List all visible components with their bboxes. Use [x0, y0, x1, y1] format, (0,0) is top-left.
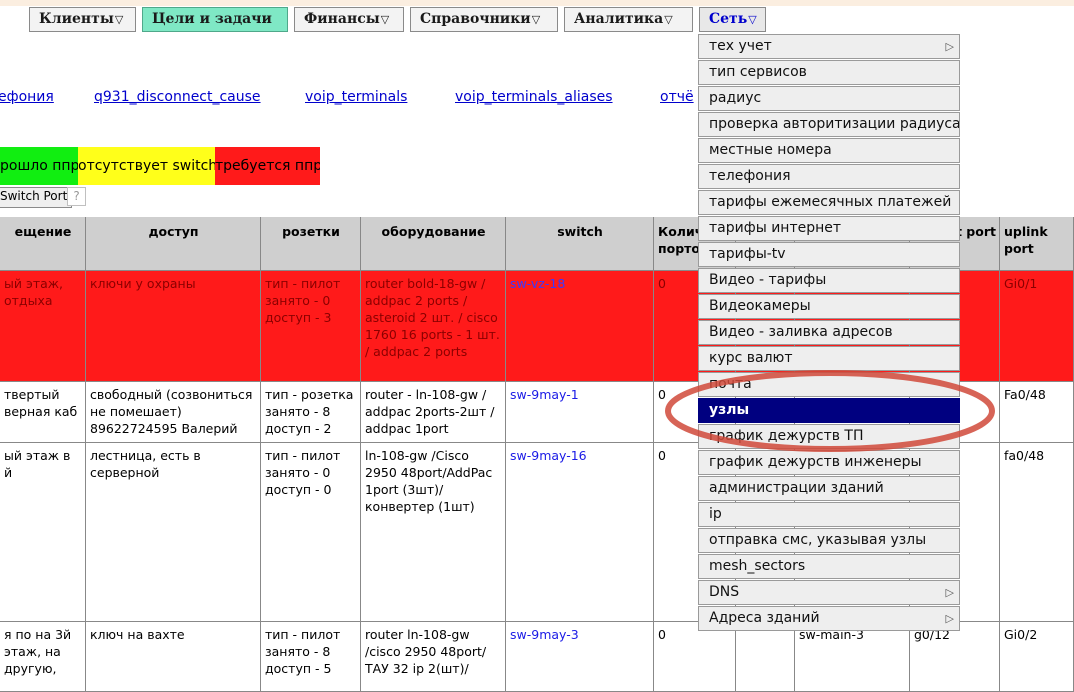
- dropdown-item-label: местные номера: [709, 142, 832, 158]
- switch-link[interactable]: sw-9may-1: [510, 387, 579, 402]
- dropdown-item-label: график дежурств инженеры: [709, 454, 922, 470]
- dropdown-item-label: радиус: [709, 90, 762, 106]
- dropdown-item[interactable]: тарифы интернет: [698, 216, 960, 241]
- table-cell: тип - пилот занято - 0 доступ - 0: [261, 443, 361, 622]
- dropdown-item-label: почта: [709, 376, 752, 392]
- table-cell-switch: sw-9may-3: [506, 622, 654, 692]
- table-cell: g0/12: [910, 622, 1000, 692]
- dropdown-item-label: тарифы-tv: [709, 246, 786, 262]
- header-uplink-port: uplink port: [1000, 217, 1074, 271]
- dropdown-item[interactable]: отправка смс, указывая узлы: [698, 528, 960, 553]
- dropdown-item[interactable]: узлы: [698, 398, 960, 423]
- table-cell: ln-108-gw /Cisco 2950 48port/AddPac 1por…: [361, 443, 506, 622]
- dropdown-item[interactable]: Видео - заливка адресов: [698, 320, 960, 345]
- dropdown-item-label: Видео - заливка адресов: [709, 324, 893, 340]
- switch-link[interactable]: sw-9may-16: [510, 448, 587, 463]
- dropdown-item[interactable]: местные номера: [698, 138, 960, 163]
- table-cell: ключ на вахте: [86, 622, 261, 692]
- table-cell: Gi0/1: [1000, 271, 1074, 382]
- submenu-arrow-icon: ▷: [945, 612, 954, 625]
- dropdown-item-label: курс валют: [709, 350, 793, 366]
- dropdown-item-label: телефония: [709, 168, 791, 184]
- dropdown-item[interactable]: график дежурств инженеры: [698, 450, 960, 475]
- table-cell: тип - розетка занято - 8 доступ - 2: [261, 382, 361, 443]
- table-cell-switch: sw-9may-16: [506, 443, 654, 622]
- table-cell: лестница, есть в серверной: [86, 443, 261, 622]
- submenu-arrow-icon: ▷: [945, 586, 954, 599]
- dropdown-item[interactable]: Видео - тарифы: [698, 268, 960, 293]
- header-sockets: розетки: [261, 217, 361, 271]
- dropdown-item-label: отправка смс, указывая узлы: [709, 532, 927, 548]
- table-cell-switch: sw-9may-1: [506, 382, 654, 443]
- table-cell: [736, 622, 795, 692]
- table-cell: router bold-18-gw / addpac 2 ports / ast…: [361, 271, 506, 382]
- dropdown-item-label: ip: [709, 506, 722, 522]
- table-cell: Fa0/48: [1000, 382, 1074, 443]
- dropdown-item-label: mesh_sectors: [709, 558, 806, 574]
- table-cell-switch: sw-vz-18: [506, 271, 654, 382]
- switch-link[interactable]: sw-9may-3: [510, 627, 579, 642]
- header-placement: ещение: [0, 217, 86, 271]
- dropdown-item[interactable]: Видеокамеры: [698, 294, 960, 319]
- dropdown-item[interactable]: курс валют: [698, 346, 960, 371]
- dropdown-item-label: график дежурств ТП: [709, 428, 864, 444]
- dropdown-item-label: узлы: [709, 402, 750, 418]
- dropdown-item[interactable]: DNS ▷: [698, 580, 960, 605]
- dropdown-item[interactable]: Адреса зданий ▷: [698, 606, 960, 631]
- dropdown-item-label: тех учет: [709, 38, 772, 54]
- table-cell: router - ln-108-gw / addpac 2ports-2шт /…: [361, 382, 506, 443]
- table-cell: ый этаж, отдыха: [0, 271, 86, 382]
- dropdown-item-label: Адреса зданий: [709, 610, 820, 626]
- dropdown-item[interactable]: тех учет ▷: [698, 34, 960, 59]
- table-cell: твертый верная каб: [0, 382, 86, 443]
- table-cell: свободный (созвониться не помешает) 8962…: [86, 382, 261, 443]
- table-cell: ключи у охраны: [86, 271, 261, 382]
- dropdown-item[interactable]: тарифы ежемесячных платежей: [698, 190, 960, 215]
- table-cell: Gi0/2: [1000, 622, 1074, 692]
- submenu-arrow-icon: ▷: [945, 40, 954, 53]
- table-cell: 0: [654, 622, 736, 692]
- dropdown-item-label: тарифы ежемесячных платежей: [709, 194, 952, 210]
- dropdown-item-label: тарифы интернет: [709, 220, 842, 236]
- dropdown-item-label: проверка авторитизации радиуса: [709, 116, 960, 132]
- dropdown-item[interactable]: радиус: [698, 86, 960, 111]
- dropdown-item[interactable]: тарифы-tv: [698, 242, 960, 267]
- table-cell: тип - пилот занято - 8 доступ - 5: [261, 622, 361, 692]
- table-cell: ый этаж в й: [0, 443, 86, 622]
- dropdown-item[interactable]: график дежурств ТП: [698, 424, 960, 449]
- header-switch: switch: [506, 217, 654, 271]
- dropdown-item-label: тип сервисов: [709, 64, 807, 80]
- dropdown-item[interactable]: ip: [698, 502, 960, 527]
- dropdown-item[interactable]: почта: [698, 372, 960, 397]
- dropdown-item-label: Видеокамеры: [709, 298, 811, 314]
- table-cell: тип - пилот занято - 0 доступ - 3: [261, 271, 361, 382]
- dropdown-item[interactable]: тип сервисов: [698, 60, 960, 85]
- dropdown-item[interactable]: mesh_sectors: [698, 554, 960, 579]
- table-cell: я по на 3й этаж, на другую,: [0, 622, 86, 692]
- dropdown-item[interactable]: администрации зданий: [698, 476, 960, 501]
- switch-link[interactable]: sw-vz-18: [510, 276, 565, 291]
- table-cell: fa0/48: [1000, 443, 1074, 622]
- dropdown-item[interactable]: телефония: [698, 164, 960, 189]
- header-equipment: оборудование: [361, 217, 506, 271]
- table-cell: router ln-108-gw /cisco 2950 48port/ ТАУ…: [361, 622, 506, 692]
- dropdown-item[interactable]: проверка авторитизации радиуса: [698, 112, 960, 137]
- header-access: доступ: [86, 217, 261, 271]
- dropdown-item-label: DNS: [709, 584, 740, 600]
- dropdown-item-label: администрации зданий: [709, 480, 884, 496]
- table-cell: sw-main-3: [795, 622, 910, 692]
- dropdown-item-label: Видео - тарифы: [709, 272, 827, 288]
